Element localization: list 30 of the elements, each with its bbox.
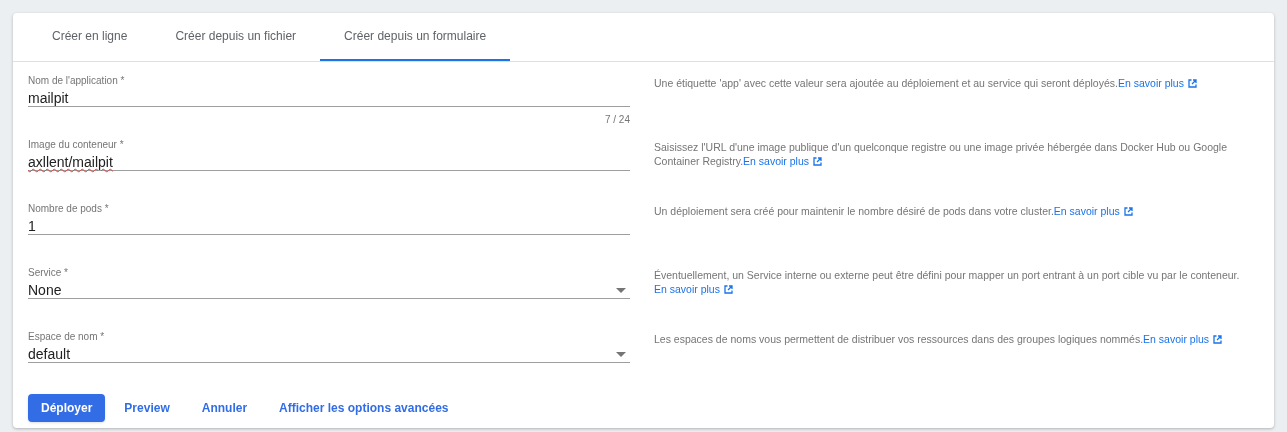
learn-more-link[interactable]: En savoir plus: [654, 282, 733, 296]
text-button[interactable]: Annuler: [188, 394, 261, 422]
dropdown-arrow-icon[interactable]: [616, 352, 626, 357]
input-field[interactable]: Nom de l'application * mailpit: [28, 74, 630, 107]
external-link-icon: [1213, 334, 1223, 344]
learn-more-link[interactable]: En savoir plus: [743, 154, 823, 168]
learn-more-link[interactable]: En savoir plus: [1117, 76, 1197, 90]
tab[interactable]: Créer en ligne: [28, 13, 152, 61]
help-text: Éventuellement, un Service interne ou externe peut être défini pour mapper un port entrant à un port cible vu par le conteneur. En savoir plus: [654, 268, 1241, 298]
tab[interactable]: Créer depuis un fichier: [151, 13, 321, 61]
help-text: Saisissez l'URL d'une image publique d'un quelconque registre ou une image privée hébergée dans Docker Hub ou Google Container Registry.En savoir plus: [654, 140, 1228, 170]
input-field[interactable]: Image du conteneur * axllent/mailpit: [28, 138, 630, 171]
input-field[interactable]: Nombre de pods * 1: [28, 202, 630, 235]
external-link-icon: [723, 284, 733, 294]
learn-more-link[interactable]: En savoir plus: [1143, 332, 1223, 346]
external-link-icon: [1187, 78, 1197, 88]
external-link-icon: [813, 156, 823, 166]
select-field[interactable]: Service * None: [28, 266, 630, 299]
text-button[interactable]: Preview: [111, 394, 183, 422]
learn-more-link[interactable]: En savoir plus: [1053, 204, 1133, 218]
help-text: Un déploiement sera créé pour maintenir le nombre désiré de pods dans votre cluster.En savoir plus: [654, 204, 1259, 266]
external-link-icon: [1123, 206, 1133, 216]
dropdown-arrow-icon[interactable]: [616, 288, 626, 293]
select-field[interactable]: Espace de nom * default: [28, 330, 630, 363]
character-counter: 7 / 24: [604, 113, 630, 127]
help-text: Les espaces de noms vous permettent de distribuer vos ressources dans des groupes logiques nommés.En savoir plus: [654, 332, 1259, 394]
deploy-button[interactable]: Déployer: [28, 394, 106, 422]
tab[interactable]: Créer depuis un formulaire: [320, 13, 511, 61]
text-button[interactable]: Afficher les options avancées: [266, 394, 462, 422]
help-text: Une étiquette 'app' avec cette valeur sera ajoutée au déploiement et au service qui seront déployés.En savoir plus: [654, 76, 1259, 138]
